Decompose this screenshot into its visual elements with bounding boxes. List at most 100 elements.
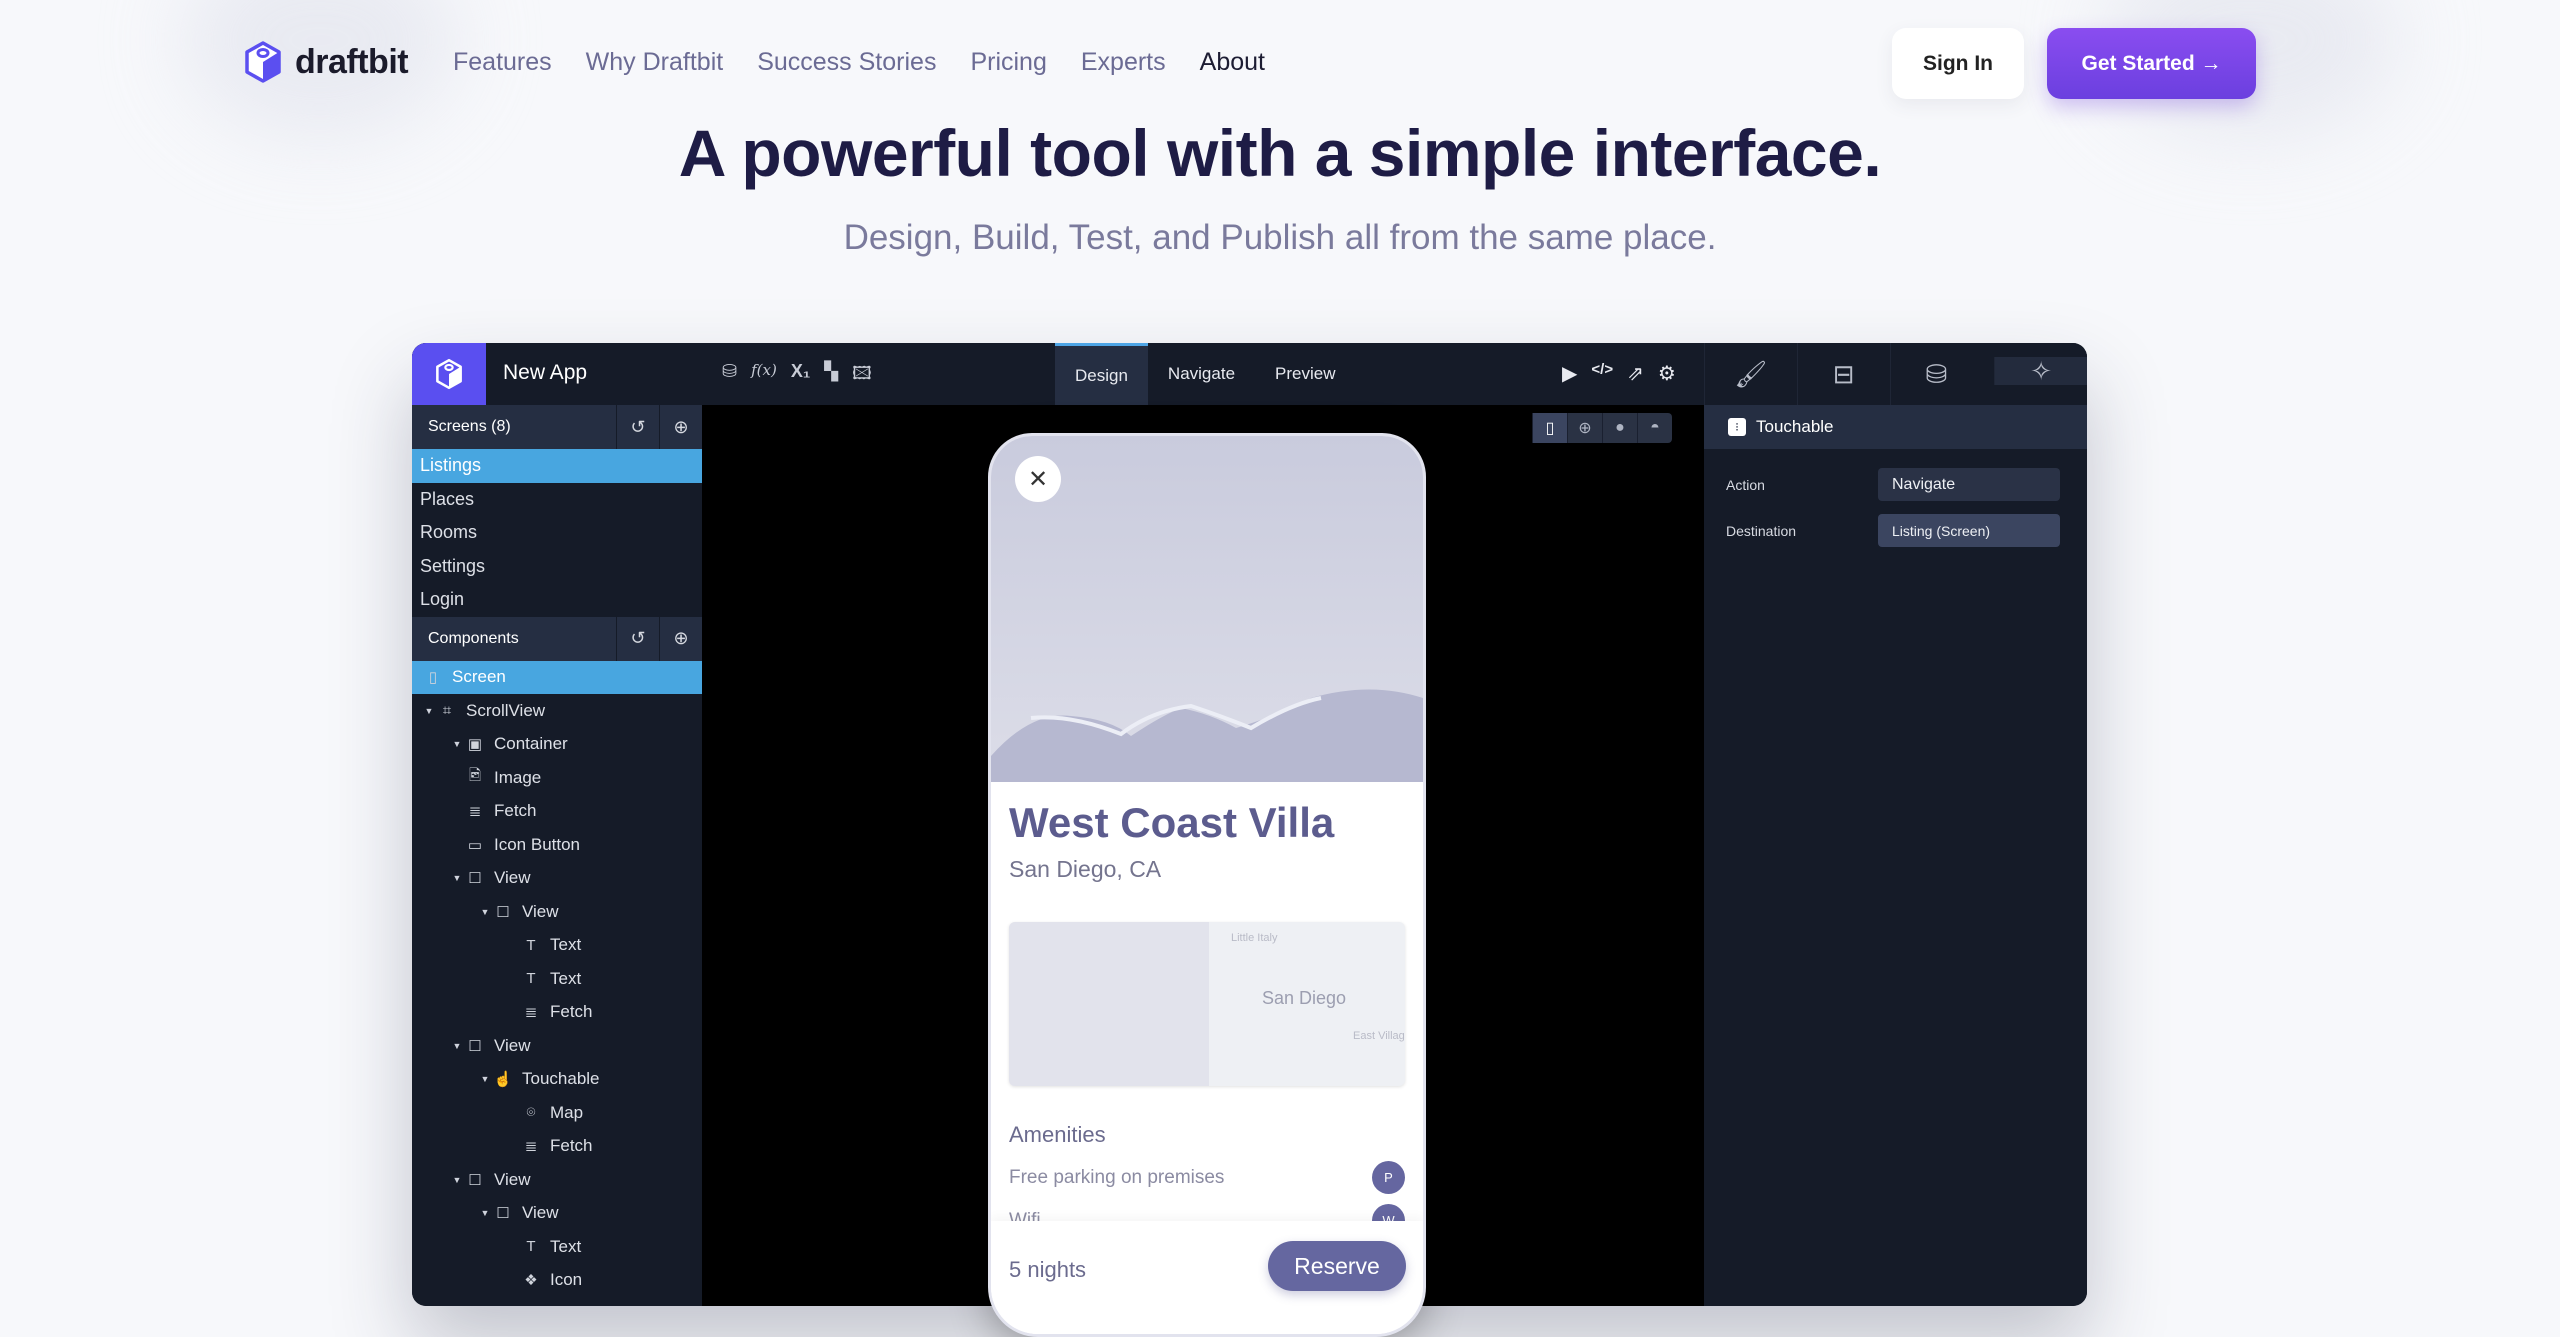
component-item[interactable]: 🖻 Image [412,761,702,795]
brush-icon[interactable]: 🖌 [1704,343,1797,405]
database-icon[interactable]: ⛁ [722,361,737,391]
nav-experts[interactable]: Experts [1081,48,1166,77]
prop-label: Destination [1726,522,1797,539]
tab-navigate[interactable]: Navigate [1148,343,1255,405]
caret-down-icon[interactable]: ▼ [450,1175,464,1185]
component-item[interactable]: ≣ Fetch [412,1130,702,1164]
sliders-icon[interactable]: ⊟ [1796,343,1890,405]
caret-down-icon[interactable]: ▼ [422,706,436,716]
gear-icon[interactable]: ⚙ [1658,361,1676,386]
icon-icon: ❖ [524,1272,538,1290]
component-label: View [494,1169,531,1189]
phone-icon[interactable]: ▯ [1532,413,1567,443]
location-map[interactable]: Little Italy San Diego East Villag [1009,922,1405,1086]
component-label: Touchable [522,1069,600,1089]
play-icon[interactable]: ▶ [1562,361,1577,386]
component-item[interactable]: ❖ Icon [412,1264,702,1298]
component-item[interactable]: T Text [412,929,702,963]
component-label: Container [494,734,568,754]
nav-features[interactable]: Features [453,48,552,77]
screens-header: Screens (8) ↺ ⊕ [412,405,702,449]
get-started-button[interactable]: Get Started → [2047,28,2256,99]
screen-item-listings[interactable]: Listings [412,449,702,483]
component-item[interactable]: T Text [412,1230,702,1264]
code-icon[interactable]: </> [1591,361,1613,386]
component-item[interactable]: ▼ ☐ View [412,895,702,929]
app-logo[interactable] [412,343,486,405]
listing-title: West Coast Villa [1009,799,1335,846]
screen-item-places[interactable]: Places [412,483,702,517]
reserve-button[interactable]: Reserve [1268,1241,1406,1291]
share-icon[interactable]: ⇗ [1627,361,1644,386]
component-item[interactable]: ▼ ☐ View [412,862,702,896]
component-item[interactable]: ≣ Fetch [412,996,702,1030]
magic-wand-icon[interactable]: ✧ [1994,356,2087,386]
caret-down-icon[interactable]: ▼ [450,873,464,883]
theme-icon[interactable]: ▚ [824,361,838,391]
component-item[interactable]: T Text [412,962,702,996]
history-icon[interactable]: ↺ [616,405,659,449]
tab-design[interactable]: Design [1055,343,1148,405]
component-item[interactable]: ▭ Icon Button [412,828,702,862]
view-icon: ☐ [496,903,510,921]
booking-footer: 5 nights Reserve [991,1221,1423,1334]
caret-down-icon[interactable]: ▼ [450,739,464,749]
apple-icon[interactable]: ● [1602,413,1637,443]
scrollview-icon: ⌗ [442,702,452,720]
nav-why-draftbit[interactable]: Why Draftbit [586,48,724,77]
icon-button-icon: ▭ [467,836,483,854]
component-item[interactable]: ▼ ⌗ ScrollView [412,694,702,728]
subscript-icon[interactable]: X₁ [791,361,810,391]
nav-success-stories[interactable]: Success Stories [757,48,936,77]
caret-down-icon[interactable]: ▼ [478,1074,492,1084]
inspector-panel: ⁝ Touchable Action Navigate Destination … [1704,405,2087,1306]
action-select[interactable]: Navigate [1878,468,2060,501]
component-item[interactable]: ▼ ☐ View [412,1197,702,1231]
hero-subtitle: Design, Build, Test, and Publish all fro… [843,218,1717,257]
screen-item-login[interactable]: Login [412,583,702,617]
component-label: Icon [550,1270,583,1290]
component-label: Screen [452,667,506,687]
database-icon[interactable]: ⛁ [1889,343,1983,405]
close-button[interactable]: ✕ [1015,456,1061,502]
touchable-icon: ⁝ [1728,418,1746,436]
component-item[interactable]: ▯ Screen [412,660,702,694]
view-icon: ☐ [468,1171,482,1189]
component-item[interactable]: ▼ ▣ Container [412,728,702,762]
map-label: Little Italy [1231,932,1278,944]
caret-down-icon[interactable]: ▼ [478,907,492,917]
nav-links: Features Why Draftbit Success Stories Pr… [453,48,1265,77]
web-icon[interactable]: ⊕ [1567,413,1602,443]
screen-item-rooms[interactable]: Rooms [412,516,702,550]
caret-down-icon[interactable]: ▼ [450,1041,464,1051]
component-label: Fetch [550,1136,593,1156]
destination-select[interactable]: Listing (Screen) [1878,514,2060,547]
listing-image: ✕ [991,436,1423,782]
function-icon[interactable]: f(x) [751,361,777,391]
android-icon[interactable]: ◓ [1637,413,1672,443]
tab-preview[interactable]: Preview [1255,343,1355,405]
close-icon: ✕ [1027,465,1049,493]
add-component-icon[interactable]: ⊕ [659,616,702,661]
caret-down-icon[interactable]: ▼ [478,1208,492,1218]
top-nav: draftbit Features Why Draftbit Success S… [0,0,2560,130]
brand-logo[interactable]: draftbit [243,40,409,84]
text-icon: T [526,936,536,954]
screen-item-settings[interactable]: Settings [412,550,702,584]
nav-about[interactable]: About [1200,48,1265,77]
component-item[interactable]: ▼ ☝ Touchable [412,1063,702,1097]
component-item[interactable]: ▼ ☐ View [412,1029,702,1063]
prop-label: Action [1726,476,1765,493]
media-icon[interactable]: 🖾 [852,361,872,391]
nav-pricing[interactable]: Pricing [970,48,1046,77]
component-item[interactable]: ▼ ☐ View [412,1163,702,1197]
component-item[interactable]: ≣ Fetch [412,795,702,829]
history-icon[interactable]: ↺ [616,616,659,661]
sign-in-button[interactable]: Sign In [1892,28,2024,99]
add-screen-icon[interactable]: ⊕ [659,405,702,449]
inspector-tools: 🖌 ⊟ ⛁ ✧ [1704,343,2087,405]
fetch-icon: ≣ [524,1138,538,1156]
prop-destination: Destination Listing (Screen) [1726,514,2066,547]
amenities-heading: Amenities [1009,1122,1106,1147]
component-item[interactable]: ⌾ Map [412,1096,702,1130]
